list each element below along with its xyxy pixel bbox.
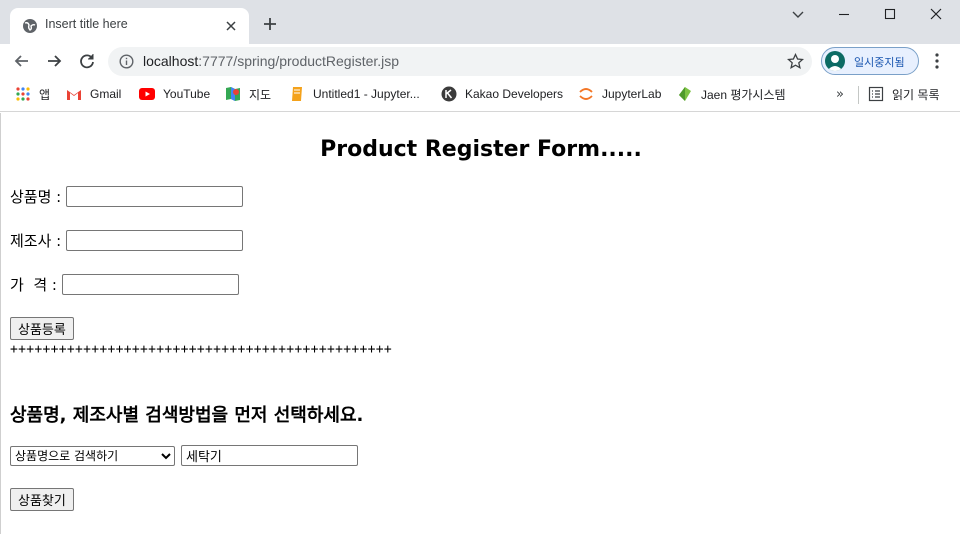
person-icon bbox=[827, 55, 843, 71]
profile-status-label: 일시중지됨 bbox=[854, 56, 905, 69]
bookmarks-divider bbox=[858, 86, 859, 104]
find-product-button[interactable]: 상품찾기 bbox=[10, 488, 74, 511]
site-info-icon[interactable] bbox=[119, 54, 134, 69]
apps-grid-icon bbox=[15, 86, 31, 102]
jaen-icon bbox=[677, 86, 693, 102]
tab-title: Insert title here bbox=[45, 17, 128, 31]
bookmark-jupyterlab[interactable]: JupyterLab bbox=[578, 84, 661, 104]
product-name-input[interactable] bbox=[66, 185, 243, 207]
search-heading: 상품명, 제조사별 검색방법을 먼저 선택하세요. bbox=[10, 405, 364, 426]
browser-toolbar: localhost:7777/spring/productRegister.js… bbox=[0, 44, 960, 78]
profile-button[interactable]: 일시중지됨 bbox=[821, 47, 919, 75]
close-tab-icon[interactable] bbox=[223, 18, 239, 34]
more-menu-icon[interactable] bbox=[930, 52, 944, 70]
bookmarks-bar: 앱 Gmail YouTube 지도 Untitled1 - Jupyter..… bbox=[0, 78, 960, 112]
avatar bbox=[825, 51, 845, 71]
page-content: Product Register Form..... 상품명 : 제조사 : 가… bbox=[0, 113, 960, 534]
more-bookmarks-chevron-icon[interactable]: » bbox=[836, 87, 844, 102]
address-bar[interactable]: localhost:7777/spring/productRegister.js… bbox=[108, 47, 812, 76]
back-arrow-icon[interactable] bbox=[12, 51, 32, 71]
maximize-icon[interactable] bbox=[882, 6, 898, 22]
manufacturer-input[interactable] bbox=[66, 229, 243, 251]
url-text: localhost:7777/spring/productRegister.js… bbox=[143, 53, 400, 69]
manufacturer-label: 제조사 : bbox=[10, 231, 66, 250]
forward-arrow-icon[interactable] bbox=[44, 51, 64, 71]
manufacturer-row: 제조사 : bbox=[10, 229, 243, 251]
page-title: Product Register Form..... bbox=[320, 137, 642, 162]
reading-list-button[interactable]: 읽기 목록 bbox=[868, 84, 940, 104]
search-keyword-input[interactable] bbox=[181, 445, 358, 466]
search-type-select[interactable]: 상품명으로 검색하기 bbox=[10, 446, 175, 466]
bookmark-youtube[interactable]: YouTube bbox=[139, 84, 210, 104]
kakao-developers-icon bbox=[441, 86, 457, 102]
minimize-icon[interactable] bbox=[836, 6, 852, 22]
bookmark-maps[interactable]: 지도 bbox=[225, 84, 271, 104]
window-close-icon[interactable] bbox=[928, 6, 944, 22]
browser-tab[interactable]: Insert title here bbox=[10, 8, 249, 44]
product-name-row: 상품명 : bbox=[10, 185, 243, 207]
register-product-button[interactable]: 상품등록 bbox=[10, 317, 74, 340]
product-name-label: 상품명 : bbox=[10, 187, 66, 206]
browser-tab-strip: Insert title here bbox=[0, 0, 960, 44]
price-label: 가 격 : bbox=[10, 275, 62, 294]
globe-icon bbox=[23, 19, 37, 33]
jupyterlab-icon bbox=[578, 86, 594, 102]
bookmark-jupyter-untitled[interactable]: Untitled1 - Jupyter... bbox=[289, 84, 420, 104]
price-input[interactable] bbox=[61, 273, 239, 295]
reload-icon[interactable] bbox=[77, 51, 97, 71]
tab-search-chevron-icon[interactable] bbox=[790, 6, 806, 22]
bookmark-gmail[interactable]: Gmail bbox=[66, 84, 121, 104]
bookmark-kakao-developers[interactable]: Kakao Developers bbox=[441, 84, 563, 104]
jupyter-notebook-icon bbox=[289, 86, 305, 102]
price-row: 가 격 : bbox=[10, 273, 239, 295]
bookmark-apps[interactable]: 앱 bbox=[15, 84, 50, 104]
bookmark-star-icon[interactable] bbox=[787, 53, 804, 70]
separator-line: ++++++++++++++++++++++++++++++++++++++++… bbox=[10, 342, 392, 357]
bookmark-jaen[interactable]: Jaen 평가시스템 bbox=[677, 84, 786, 104]
new-tab-icon[interactable] bbox=[261, 15, 279, 33]
youtube-icon bbox=[139, 86, 155, 102]
maps-icon bbox=[225, 86, 241, 102]
gmail-icon bbox=[66, 86, 82, 102]
reading-list-icon bbox=[868, 86, 884, 102]
